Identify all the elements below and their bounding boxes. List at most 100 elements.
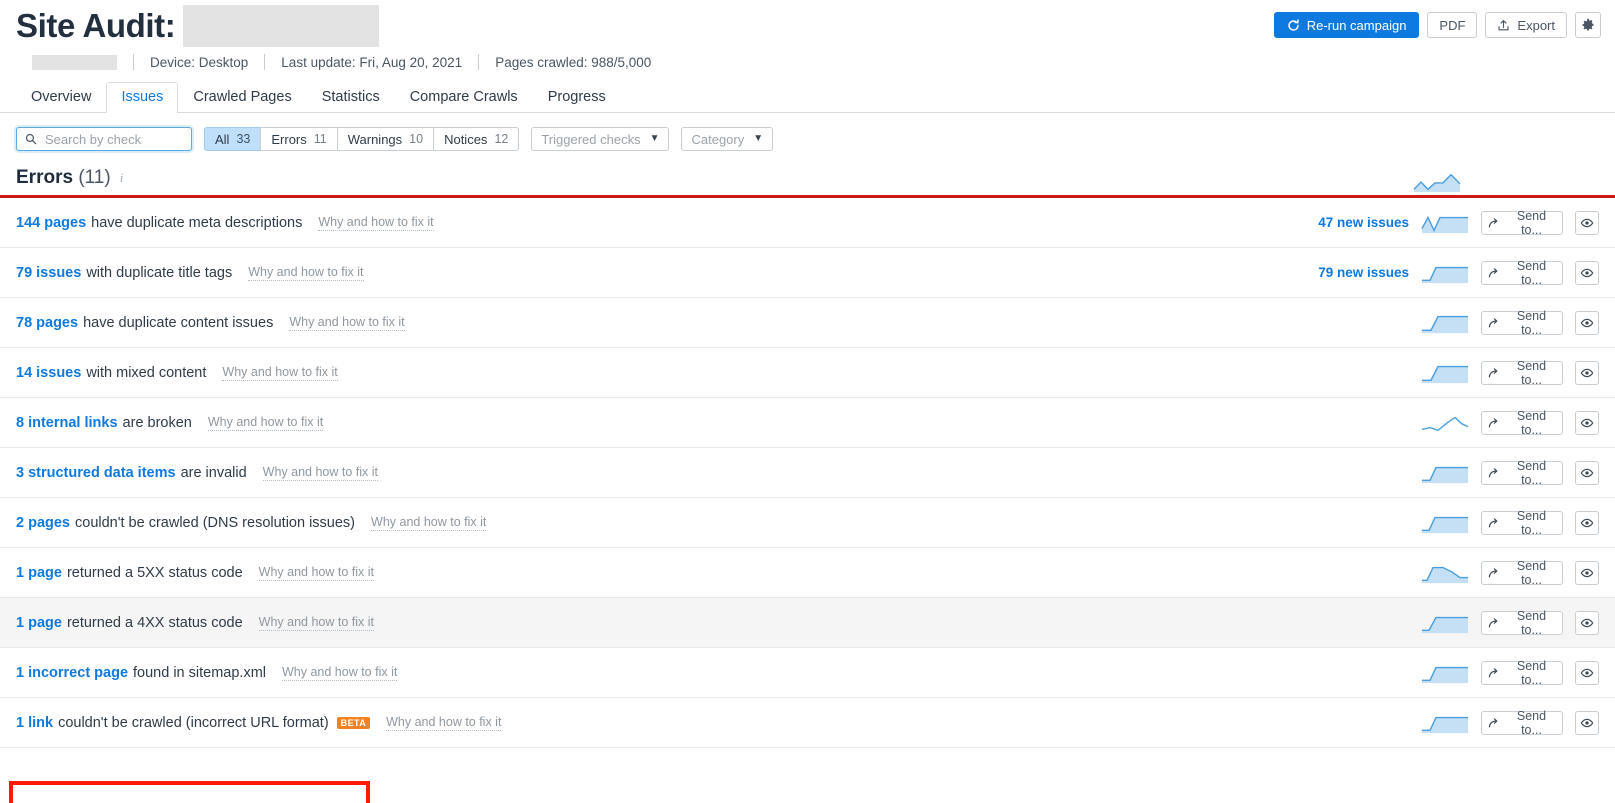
issue-row-2[interactable]: 78 pages have duplicate content issues W… bbox=[0, 298, 1615, 348]
send-to-button[interactable]: Send to... bbox=[1481, 509, 1563, 537]
why-and-how-link[interactable]: Why and how to fix it bbox=[262, 465, 378, 481]
filter-errors-label: Errors bbox=[271, 131, 307, 147]
toggle-visibility-button[interactable] bbox=[1575, 460, 1599, 485]
why-and-how-link[interactable]: Why and how to fix it bbox=[207, 415, 324, 431]
why-and-how-link[interactable]: Why and how to fix it bbox=[386, 715, 502, 731]
issue-description: have duplicate meta descriptions bbox=[91, 214, 303, 231]
share-arrow-icon bbox=[1488, 717, 1500, 729]
issue-count-link[interactable]: 1 page bbox=[16, 615, 62, 631]
issue-row-4[interactable]: 8 internal links are broken Why and how … bbox=[0, 398, 1615, 448]
tab-compare-crawls[interactable]: Compare Crawls bbox=[395, 82, 533, 113]
toggle-visibility-button[interactable] bbox=[1575, 710, 1599, 735]
tab-overview[interactable]: Overview bbox=[16, 82, 106, 113]
issue-count-link[interactable]: 14 issues bbox=[16, 365, 81, 381]
issue-count-link[interactable]: 3 structured data items bbox=[16, 465, 176, 481]
toggle-visibility-button[interactable] bbox=[1575, 360, 1599, 385]
issue-text: 8 internal links are broken Why and how … bbox=[16, 415, 324, 431]
tab-crawled-pages[interactable]: Crawled Pages bbox=[178, 82, 306, 113]
tab-progress[interactable]: Progress bbox=[533, 82, 621, 113]
filter-notices-count: 12 bbox=[494, 132, 509, 146]
why-and-how-link[interactable]: Why and how to fix it bbox=[289, 315, 405, 331]
issue-count-link[interactable]: 1 incorrect page bbox=[16, 665, 128, 681]
issue-type-filter: All 33 Errors 11 Warnings 10 Notices 12 bbox=[204, 127, 520, 151]
issue-description: returned a 4XX status code bbox=[66, 614, 243, 631]
issue-count-link[interactable]: 1 page bbox=[16, 565, 62, 581]
issue-text: 1 incorrect page found in sitemap.xml Wh… bbox=[16, 664, 398, 681]
eye-icon bbox=[1580, 316, 1594, 330]
triggered-checks-dropdown[interactable]: Triggered checks ▼ bbox=[531, 127, 670, 151]
issue-description: are invalid bbox=[180, 464, 247, 481]
toggle-visibility-button[interactable] bbox=[1575, 410, 1599, 435]
export-button[interactable]: Export bbox=[1485, 12, 1567, 38]
why-and-how-link[interactable]: Why and how to fix it bbox=[248, 265, 364, 281]
toggle-visibility-button[interactable] bbox=[1575, 260, 1599, 285]
issue-row-0[interactable]: 144 pages have duplicate meta descriptio… bbox=[0, 198, 1615, 248]
send-to-button[interactable]: Send to... bbox=[1481, 459, 1563, 487]
eye-icon bbox=[1580, 216, 1594, 230]
filter-all[interactable]: All 33 bbox=[204, 127, 261, 151]
rerun-campaign-button[interactable]: Re-run campaign bbox=[1273, 12, 1420, 38]
category-dropdown[interactable]: Category ▼ bbox=[681, 127, 774, 151]
issue-text: 79 issues with duplicate title tags Why … bbox=[16, 265, 364, 281]
toggle-visibility-button[interactable] bbox=[1575, 510, 1599, 535]
send-to-button[interactable]: Send to... bbox=[1481, 609, 1563, 637]
send-to-label: Send to... bbox=[1516, 358, 1547, 387]
issue-count-link[interactable]: 78 pages bbox=[16, 315, 78, 331]
issue-row-3[interactable]: 14 issues with mixed content Why and how… bbox=[0, 348, 1615, 398]
send-to-button[interactable]: Send to... bbox=[1481, 659, 1563, 687]
issue-description: found in sitemap.xml bbox=[133, 664, 266, 681]
search-box[interactable] bbox=[16, 127, 192, 151]
toggle-visibility-button[interactable] bbox=[1575, 210, 1599, 235]
why-and-how-link[interactable]: Why and how to fix it bbox=[258, 565, 374, 581]
why-and-how-link[interactable]: Why and how to fix it bbox=[258, 615, 374, 631]
send-to-button[interactable]: Send to... bbox=[1481, 259, 1563, 287]
section-sparkline bbox=[1413, 171, 1461, 193]
tab-issues[interactable]: Issues bbox=[106, 82, 179, 113]
row-actions: Send to... bbox=[1421, 459, 1599, 487]
issue-count-link[interactable]: 2 pages bbox=[16, 515, 70, 531]
filter-warnings[interactable]: Warnings 10 bbox=[336, 127, 434, 151]
redacted-site-name bbox=[183, 5, 380, 47]
issue-count-link[interactable]: 79 issues bbox=[16, 265, 81, 281]
why-and-how-link[interactable]: Why and how to fix it bbox=[282, 665, 398, 681]
send-to-button[interactable]: Send to... bbox=[1481, 709, 1563, 737]
settings-button[interactable] bbox=[1575, 12, 1601, 38]
toggle-visibility-button[interactable] bbox=[1575, 660, 1599, 685]
filter-errors[interactable]: Errors 11 bbox=[260, 127, 337, 151]
issue-row-9[interactable]: 1 incorrect page found in sitemap.xml Wh… bbox=[0, 648, 1615, 698]
meta-device: Device: Desktop bbox=[150, 54, 249, 70]
send-to-button[interactable]: Send to... bbox=[1481, 358, 1563, 387]
issue-count-link[interactable]: 1 link bbox=[16, 715, 53, 731]
beta-badge: BETA bbox=[336, 716, 371, 729]
redacted-domain bbox=[32, 54, 117, 70]
toggle-visibility-button[interactable] bbox=[1575, 310, 1599, 335]
issue-count-link[interactable]: 144 pages bbox=[16, 215, 86, 231]
issue-count-link[interactable]: 8 internal links bbox=[16, 415, 118, 431]
issue-row-6[interactable]: 2 pages couldn't be crawled (DNS resolut… bbox=[0, 498, 1615, 548]
why-and-how-link[interactable]: Why and how to fix it bbox=[371, 515, 487, 531]
issue-row-7[interactable]: 1 page returned a 5XX status code Why an… bbox=[0, 548, 1615, 598]
toggle-visibility-button[interactable] bbox=[1575, 610, 1599, 635]
filter-notices[interactable]: Notices 12 bbox=[433, 127, 520, 151]
why-and-how-link[interactable]: Why and how to fix it bbox=[222, 365, 338, 381]
issue-row-8[interactable]: 1 page returned a 4XX status code Why an… bbox=[0, 598, 1615, 648]
send-to-button[interactable]: Send to... bbox=[1481, 309, 1563, 337]
pdf-button[interactable]: PDF bbox=[1427, 12, 1478, 38]
issue-row-10[interactable]: 1 link couldn't be crawled (incorrect UR… bbox=[0, 698, 1615, 748]
new-issues-link[interactable]: 47 new issues bbox=[1318, 215, 1409, 230]
why-and-how-link[interactable]: Why and how to fix it bbox=[318, 215, 434, 231]
issue-sparkline bbox=[1422, 516, 1468, 533]
send-to-button[interactable]: Send to... bbox=[1481, 559, 1563, 587]
issue-description: returned a 5XX status code bbox=[66, 564, 243, 581]
send-to-button[interactable]: Send to... bbox=[1481, 409, 1563, 437]
share-arrow-icon bbox=[1488, 667, 1500, 679]
new-issues-link[interactable]: 79 new issues bbox=[1318, 265, 1409, 280]
info-icon[interactable]: i bbox=[120, 170, 124, 186]
search-input[interactable] bbox=[43, 130, 183, 148]
toggle-visibility-button[interactable] bbox=[1575, 560, 1599, 585]
issue-text: 1 link couldn't be crawled (incorrect UR… bbox=[16, 715, 502, 731]
tab-statistics[interactable]: Statistics bbox=[307, 82, 395, 113]
issue-row-1[interactable]: 79 issues with duplicate title tags Why … bbox=[0, 248, 1615, 298]
send-to-button[interactable]: Send to... bbox=[1481, 209, 1563, 237]
issue-row-5[interactable]: 3 structured data items are invalid Why … bbox=[0, 448, 1615, 498]
